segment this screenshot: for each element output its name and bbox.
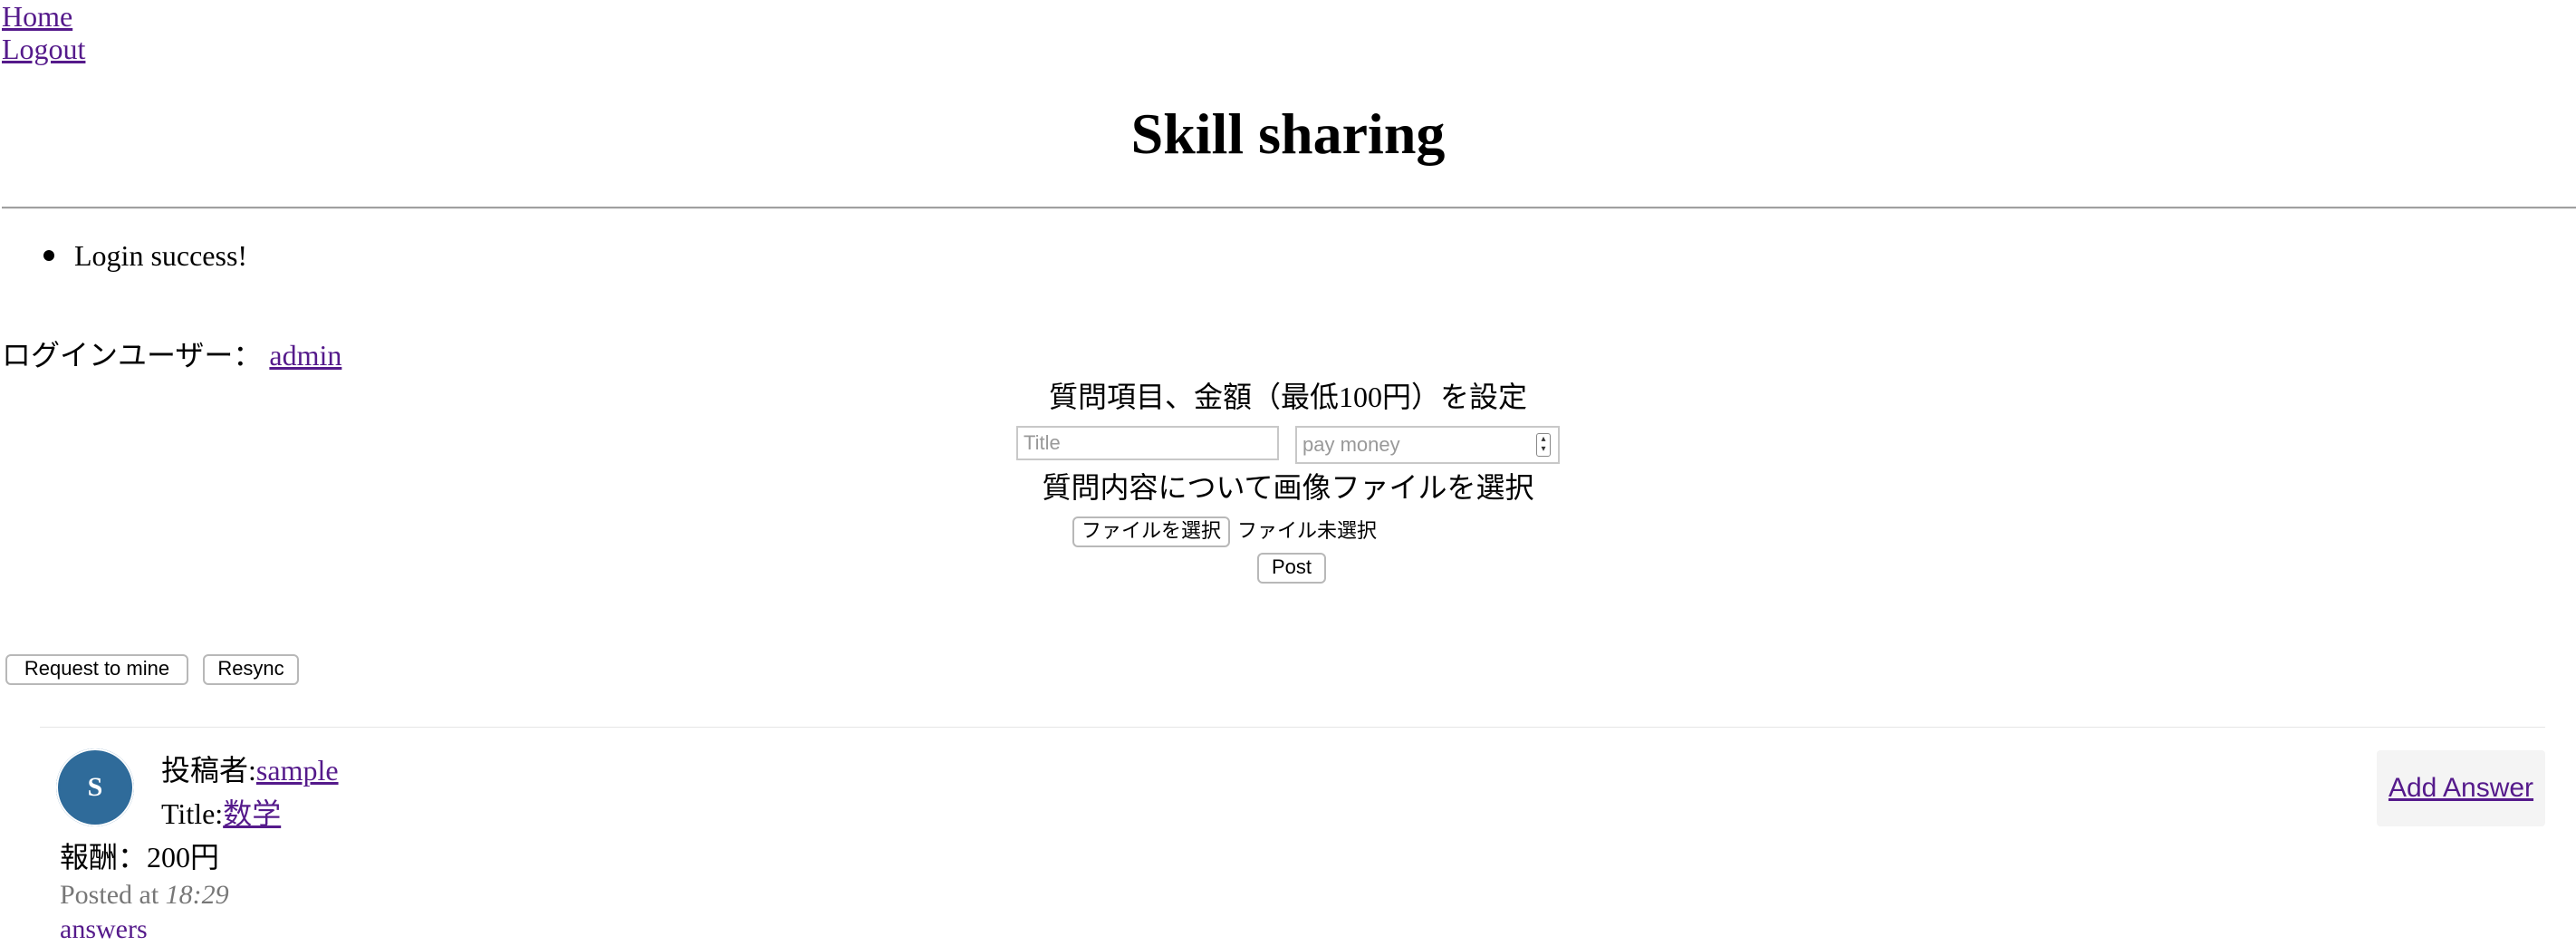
posted-prefix: Posted at (60, 880, 159, 910)
post-button[interactable]: Post (1257, 553, 1326, 584)
answers-link[interactable]: answers (60, 913, 148, 946)
reward: 報酬：200円 (60, 841, 220, 874)
login-user-label: ログインユーザー： (2, 339, 263, 372)
poster: 投稿者:sample (161, 752, 339, 788)
pay-money-placeholder: pay money (1302, 433, 1400, 456)
poster-label: 投稿者: (161, 754, 256, 787)
question-card-divider (40, 727, 2545, 728)
file-row: ファイルを選択 ファイル未選択 (0, 516, 2576, 556)
login-user: ログインユーザー： admin (2, 337, 341, 373)
resync-button[interactable]: Resync (203, 654, 299, 685)
title-input[interactable]: Title (1016, 426, 1279, 460)
poster-link[interactable]: sample (256, 754, 339, 787)
top-nav: Home Logout (2, 0, 85, 65)
login-user-link[interactable]: admin (269, 339, 341, 372)
price-label: 質問項目、金額（最低100円）を設定 (1048, 381, 1527, 413)
posted-time: 18:29 (165, 880, 229, 910)
avatar: S (56, 748, 134, 826)
question-title: Title:数学 (161, 796, 281, 832)
inputs-row: Title pay money ▴ ▾ (0, 426, 2576, 468)
posted-at: Posted at 18:29 (60, 879, 229, 912)
question-title-label: Title: (161, 797, 224, 830)
header-divider (2, 207, 2576, 209)
question-title-link[interactable]: 数学 (223, 797, 281, 830)
site-title: Skill sharing (1130, 101, 1446, 166)
bullet-icon (43, 250, 54, 261)
flash-message: Login success! (43, 237, 247, 274)
home-link[interactable]: Home (2, 0, 85, 33)
number-spinner-icon[interactable]: ▴ ▾ (1536, 433, 1551, 457)
file-status: ファイル未選択 (1237, 520, 1378, 543)
logout-link[interactable]: Logout (2, 33, 85, 65)
pay-money-input[interactable]: pay money ▴ ▾ (1295, 426, 1560, 464)
question-form: 質問項目、金額（最低100円）を設定 Title pay money ▴ ▾ 質問… (0, 377, 2576, 556)
flash-text: Login success! (74, 239, 248, 272)
request-to-mine-button[interactable]: Request to mine (5, 654, 188, 685)
add-answer-button[interactable]: Add Answer (2377, 750, 2545, 826)
choose-file-button[interactable]: ファイルを選択 (1072, 516, 1230, 547)
file-label: 質問内容について画像ファイルを選択 (1042, 471, 1534, 504)
